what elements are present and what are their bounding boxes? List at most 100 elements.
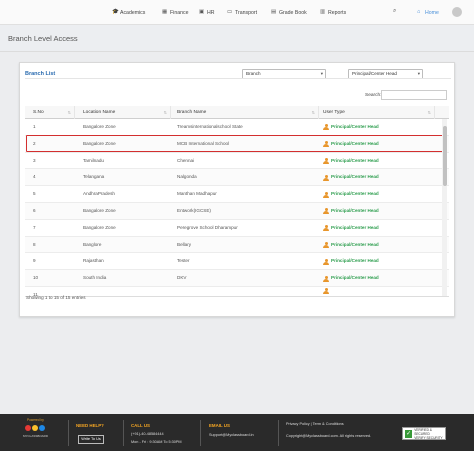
user-type-label[interactable]: Principal/Center Head bbox=[331, 136, 379, 153]
divider bbox=[278, 420, 279, 446]
top-navbar: 🎓 Academics ▦ Finance ▣ HR ▭ Transport ▤… bbox=[0, 0, 474, 25]
page-title: Branch Level Access bbox=[8, 34, 78, 43]
cell-user-type: Principal/Center Head bbox=[323, 169, 433, 186]
page-header: Branch Level Access bbox=[0, 25, 474, 52]
cell-branch: DKV bbox=[177, 275, 187, 281]
table-row[interactable]: 2 Bangalore Zone MCB International School P… bbox=[25, 135, 449, 153]
badge-subtitle: VERIFY SECURITY bbox=[414, 435, 443, 440]
nav-finance-label: Finance bbox=[170, 9, 189, 16]
nav-transport[interactable]: ▭ Transport bbox=[227, 8, 257, 17]
user-type-label[interactable]: Principal/Center Head bbox=[331, 203, 379, 220]
table-row[interactable]: 5 AndhraPradesh Manthan Madhapur Principal/… bbox=[25, 186, 449, 203]
header-sno[interactable]: S.No ⇅ bbox=[25, 106, 75, 119]
divider bbox=[200, 420, 201, 446]
header-branch[interactable]: Branch Name ⇅ bbox=[171, 106, 319, 119]
table-scrollbar[interactable] bbox=[442, 119, 447, 296]
user-type-label[interactable]: Principal/Center Head bbox=[331, 270, 379, 287]
cell-sno: 9 bbox=[33, 258, 36, 264]
user-type-label[interactable]: Principal/Center Head bbox=[331, 153, 379, 170]
nav-finance[interactable]: ▦ Finance bbox=[162, 8, 188, 17]
user-icon bbox=[323, 208, 329, 215]
phone-number: (+91)-40-48584444 bbox=[131, 432, 164, 436]
security-badge[interactable]: ✓ VERIFIED & SECURED VERIFY SECURITY bbox=[402, 427, 446, 440]
cell-user-type: Principal/Center Head bbox=[323, 136, 433, 153]
cell-user-type: Principal/Center Head bbox=[323, 203, 433, 220]
cell-location: Bangalore Zone bbox=[83, 140, 116, 146]
table-row[interactable]: 8 Banglore Bellary Principal/Center Head bbox=[25, 236, 449, 254]
sort-icon: ⇅ bbox=[427, 110, 431, 115]
nav-academics-label: Academics bbox=[120, 9, 146, 16]
user-type-label[interactable]: Principal/Center Head bbox=[331, 186, 379, 203]
cell-location: Tamilnadu bbox=[83, 157, 104, 163]
cell-sno: 4 bbox=[33, 174, 36, 180]
user-icon bbox=[323, 141, 329, 148]
header-location[interactable]: Location Name ⇅ bbox=[75, 106, 171, 119]
policy-links[interactable]: Privacy Policy | Term & Conditions bbox=[286, 422, 344, 426]
user-icon bbox=[323, 157, 329, 164]
avatar[interactable] bbox=[452, 7, 462, 17]
search-label: Search: bbox=[365, 93, 382, 98]
cell-user-type bbox=[323, 287, 433, 296]
nav-grade-book-label: Grade Book bbox=[279, 9, 307, 16]
table-row[interactable]: 1 Bangalore Zone Treamsinternationalschool… bbox=[25, 119, 449, 136]
branch-table: S.No ⇅ Location Name ⇅ Branch Name ⇅ Use… bbox=[25, 106, 449, 297]
header-user-type-label: User Type bbox=[323, 110, 345, 115]
brand-name: MYCLASSBOARD bbox=[23, 434, 49, 438]
office-hours: Mon - Fri : 9:30AM To 5:30PM bbox=[131, 440, 182, 444]
header-branch-label: Branch Name bbox=[177, 110, 207, 115]
brand-logo-icon bbox=[25, 425, 45, 431]
cell-sno: 6 bbox=[33, 208, 36, 213]
cell-location: Rajasthan bbox=[83, 258, 104, 264]
nav-grade-book[interactable]: ▤ Grade Book bbox=[271, 8, 307, 17]
cell-user-type: Principal/Center Head bbox=[323, 186, 433, 203]
table-row[interactable]: 9 Rajasthan Tester Principal/Center Head bbox=[25, 253, 449, 271]
cell-location bbox=[83, 287, 171, 296]
branch-select-value: Branch bbox=[246, 71, 261, 76]
user-type-label[interactable]: Principal/Center Head bbox=[331, 119, 379, 136]
write-to-us-button[interactable]: Write To Us bbox=[78, 435, 104, 444]
user-type-label[interactable]: Principal/Center Head bbox=[331, 237, 379, 254]
header-user-type[interactable]: User Type ⇅ bbox=[319, 106, 435, 119]
finance-icon: ▦ bbox=[162, 9, 168, 15]
cell-sno: 10 bbox=[33, 275, 39, 281]
cell-branch: Bellary bbox=[177, 241, 192, 247]
scrollbar-thumb[interactable] bbox=[442, 126, 447, 186]
user-type-label[interactable]: Principal/Center Head bbox=[331, 220, 379, 237]
table-row[interactable]: 6 Bangalore Zone Entwork(IGCSE) Principal/C… bbox=[25, 203, 449, 220]
nav-home-label: Home bbox=[425, 9, 439, 16]
header-sno-label: S.No bbox=[33, 110, 44, 115]
nav-transport-label: Transport bbox=[235, 9, 258, 16]
nav-home[interactable]: ⌂ Home bbox=[414, 7, 444, 18]
table-row[interactable]: 3 Tamilnadu Chennai Principal/Center Head bbox=[25, 153, 449, 170]
cell-location: Banglore bbox=[83, 241, 102, 247]
nav-reports[interactable]: ▥ Reports bbox=[320, 8, 346, 17]
cell-branch bbox=[177, 287, 317, 296]
branch-list-card: Branch List Branch ▾ Principal/Center He… bbox=[19, 62, 455, 317]
cell-location: Bangalore Zone bbox=[83, 224, 116, 230]
divider bbox=[25, 78, 451, 79]
cell-branch: Chennai bbox=[177, 157, 195, 163]
cell-branch: MCB International School bbox=[177, 140, 230, 146]
user-icon bbox=[323, 174, 329, 181]
need-help-heading: NEED HELP? bbox=[76, 423, 104, 428]
search-input[interactable] bbox=[381, 90, 447, 100]
user-type-label[interactable]: Principal/Center Head bbox=[331, 253, 379, 270]
cell-branch: Tester bbox=[177, 258, 190, 264]
cell-user-type: Principal/Center Head bbox=[323, 153, 433, 170]
nav-academics[interactable]: 🎓 Academics bbox=[112, 8, 145, 17]
search-icon[interactable]: ⌕ bbox=[393, 8, 396, 15]
table-row[interactable]: 4 Telangana Nalgonda Principal/Center Head bbox=[25, 169, 449, 187]
table-row[interactable]: 7 Bangalore Zone Peregrove School Dharampu… bbox=[25, 220, 449, 237]
chart-icon: ▥ bbox=[320, 9, 326, 15]
cell-location: Telangana bbox=[83, 174, 105, 180]
table-row[interactable]: 10 South India DKV Principal/Center Head bbox=[25, 270, 449, 287]
user-icon bbox=[323, 225, 329, 232]
user-type-label[interactable]: Principal/Center Head bbox=[331, 169, 379, 186]
user-icon bbox=[323, 258, 329, 265]
support-email[interactable]: Support@Myclassboard.in bbox=[209, 433, 254, 437]
nav-hr[interactable]: ▣ HR bbox=[199, 8, 215, 17]
user-icon bbox=[323, 124, 329, 131]
table-row[interactable]: 11 bbox=[25, 287, 449, 296]
cell-branch: Nalgonda bbox=[177, 174, 197, 180]
cell-sno: 7 bbox=[33, 224, 36, 230]
